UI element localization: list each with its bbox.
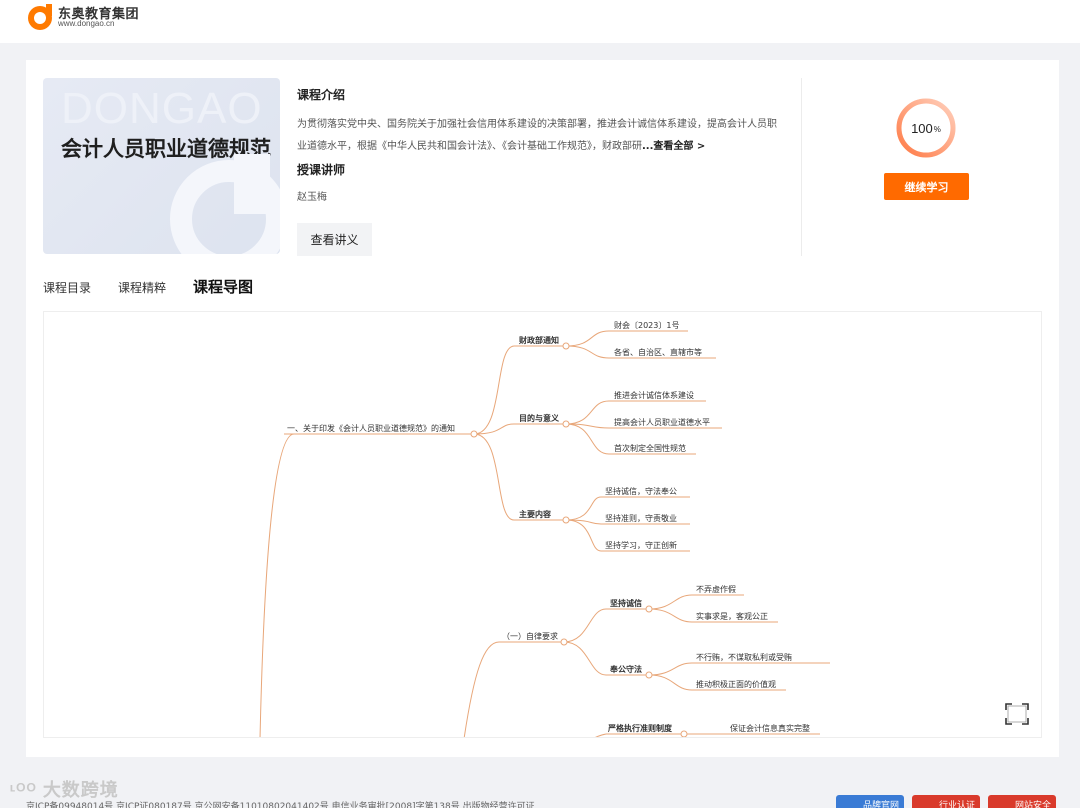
watermark-mark-icon: ᶫᴼᴼ bbox=[10, 780, 43, 800]
course-card: DONGAO 会计人员职业道德规范 课程介绍 为贯彻落实党中央、国务院关于加强社… bbox=[26, 60, 1059, 757]
mindmap-leaf[interactable]: 财会〔2023〕1号 bbox=[614, 320, 679, 330]
industry-cert-badge[interactable]: 行业认证 bbox=[912, 795, 980, 808]
teacher-name: 赵玉梅 bbox=[297, 192, 327, 203]
footer-icp: 京ICP备09948014号 京ICP证080187号 京公网安备1101080… bbox=[26, 802, 535, 808]
mindmap-leaf[interactable]: 坚持学习，守正创新 bbox=[605, 540, 677, 550]
course-tabs: 课程目录 课程精粹 课程导图 bbox=[43, 276, 280, 297]
tab-course-essence[interactable]: 课程精粹 bbox=[118, 279, 166, 296]
mindmap-canvas[interactable]: 一、关于印发《会计人员职业道德规范》的通知 财政部通知 目的与意义 主要内容 财… bbox=[44, 312, 1042, 738]
dongao-logo[interactable]: 东奥教育集团 www.dongao.cn bbox=[26, 1, 146, 33]
brand-badge[interactable]: 品牌官网 bbox=[836, 795, 904, 808]
mindmap-leaf[interactable]: 推进会计诚信体系建设 bbox=[614, 390, 694, 400]
course-cover: DONGAO 会计人员职业道德规范 bbox=[43, 78, 280, 254]
mindmap-node-integrity[interactable]: 坚持诚信 bbox=[610, 598, 642, 608]
mindmap-leaf[interactable]: 不行贿，不谋取私利或受贿 bbox=[696, 652, 792, 662]
cover-decoration-icon bbox=[170, 154, 280, 254]
mindmap-leaf[interactable]: 提高会计人员职业道德水平 bbox=[614, 417, 710, 427]
mindmap-leaf[interactable]: 各省、自治区、直辖市等 bbox=[614, 347, 702, 357]
continue-learning-button[interactable]: 继续学习 bbox=[884, 173, 969, 200]
divider bbox=[801, 78, 802, 256]
view-notes-button[interactable]: 查看讲义 bbox=[297, 223, 372, 256]
site-security-badge[interactable]: 网站安全 bbox=[988, 795, 1056, 808]
mindmap-leaf[interactable]: 保证会计信息真实完整 bbox=[730, 723, 810, 733]
mindmap-node-public-service[interactable]: 奉公守法 bbox=[609, 664, 642, 674]
course-intro: 课程介绍 为贯彻落实党中央、国务院关于加强社会信用体系建设的决策部署，推进会计诚… bbox=[297, 86, 777, 158]
mindmap-node-purpose[interactable]: 目的与意义 bbox=[519, 413, 560, 423]
progress-value: 100 bbox=[911, 120, 933, 136]
intro-text: 为贯彻落实党中央、国务院关于加强社会信用体系建设的决策部署，推进会计诚信体系建设… bbox=[297, 114, 777, 158]
progress-unit: % bbox=[933, 125, 941, 134]
logo-url: www.dongao.cn bbox=[58, 19, 115, 28]
intro-label: 课程介绍 bbox=[297, 88, 346, 102]
mindmap-node-branch1[interactable]: 一、关于印发《会计人员职业道德规范》的通知 bbox=[287, 423, 455, 433]
view-all-link[interactable]: ...查看全部 > bbox=[642, 141, 705, 152]
progress-text: 100% bbox=[895, 97, 957, 159]
mindmap-node-finance-notice[interactable]: 财政部通知 bbox=[518, 335, 559, 345]
mindmap-leaf[interactable]: 实事求是，客观公正 bbox=[696, 611, 768, 621]
mindmap-node-strict-rules[interactable]: 严格执行准则制度 bbox=[607, 723, 673, 733]
teacher-label: 授课讲师 bbox=[297, 163, 346, 177]
mindmap-leaf[interactable]: 推动积极正面的价值观 bbox=[696, 679, 776, 689]
progress-ring: 100% bbox=[895, 97, 957, 159]
mindmap-leaf[interactable]: 不弄虚作假 bbox=[696, 584, 736, 594]
mindmap-panel[interactable]: 一、关于印发《会计人员职业道德规范》的通知 财政部通知 目的与意义 主要内容 财… bbox=[43, 311, 1042, 738]
tab-course-catalog[interactable]: 课程目录 bbox=[43, 279, 91, 296]
fullscreen-icon[interactable] bbox=[1004, 702, 1030, 726]
mindmap-leaf[interactable]: 首次制定全国性规范 bbox=[614, 443, 686, 453]
logo-mark-icon bbox=[28, 4, 52, 30]
mindmap-node-self-discipline[interactable]: （一）自律要求 bbox=[502, 631, 558, 641]
top-header: 东奥教育集团 www.dongao.cn bbox=[0, 0, 1080, 43]
cover-watermark: DONGAO bbox=[61, 84, 263, 133]
tab-course-mindmap[interactable]: 课程导图 bbox=[193, 276, 253, 297]
mindmap-node-main-content[interactable]: 主要内容 bbox=[519, 509, 551, 519]
mindmap-leaf[interactable]: 坚持准则，守责敬业 bbox=[605, 513, 677, 523]
page-footer: ᶫᴼᴼ 大数跨境 京ICP备09948014号 京ICP证080187号 京公网… bbox=[0, 772, 1080, 808]
watermark-text: 大数跨境 bbox=[42, 780, 119, 800]
mindmap-leaf[interactable]: 坚持诚信，守法奉公 bbox=[605, 486, 677, 496]
